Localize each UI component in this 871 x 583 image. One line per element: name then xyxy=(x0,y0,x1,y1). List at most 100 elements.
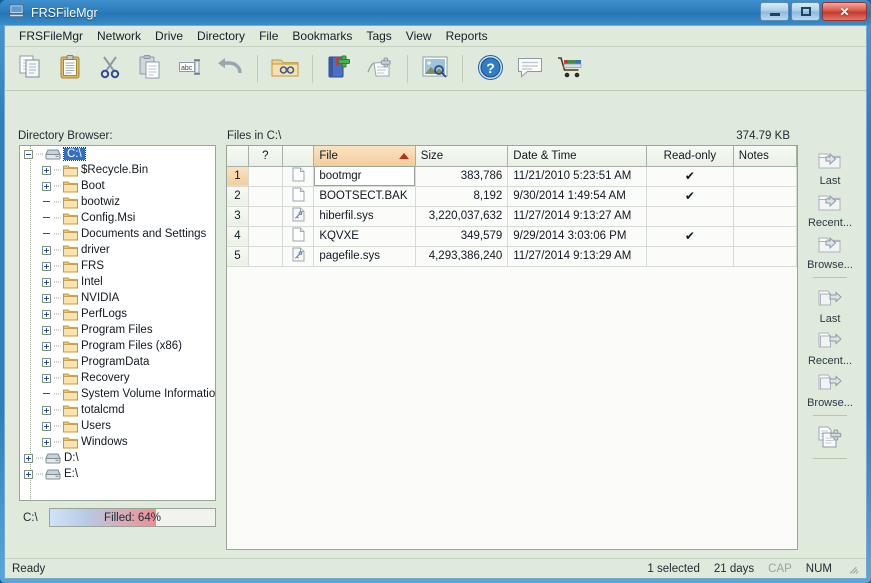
menu-tags[interactable]: Tags xyxy=(359,27,398,45)
rename-button[interactable]: abc xyxy=(171,50,209,88)
tree-item[interactable]: Boot xyxy=(20,178,215,194)
copy-button[interactable] xyxy=(11,50,49,88)
menu-view[interactable]: View xyxy=(399,27,439,45)
tree-item[interactable]: driver xyxy=(20,242,215,258)
tree-item[interactable]: Recovery xyxy=(20,370,215,386)
cut-button[interactable] xyxy=(91,50,129,88)
col-notes[interactable]: Notes xyxy=(733,146,797,167)
expand-plus-icon[interactable] xyxy=(42,293,51,303)
expand-plus-icon[interactable] xyxy=(42,437,51,447)
tree-item[interactable]: ProgramData xyxy=(20,354,215,370)
col-datetime[interactable]: Date & Time xyxy=(507,146,647,167)
browse-folder-button[interactable] xyxy=(266,50,304,88)
paste-clipboard-button[interactable] xyxy=(51,50,89,88)
menu-reports[interactable]: Reports xyxy=(439,27,495,45)
dir-browse-button[interactable]: Browse... xyxy=(802,229,858,271)
cell-question[interactable] xyxy=(248,226,283,247)
dir-last-button[interactable]: Last xyxy=(802,145,858,187)
expand-plus-icon[interactable] xyxy=(24,469,33,479)
cell-readonly[interactable]: ✔ xyxy=(646,166,734,187)
cart-button[interactable] xyxy=(551,50,589,88)
tree-item[interactable]: Intel xyxy=(20,274,215,290)
expand-plus-icon[interactable] xyxy=(42,277,51,287)
dir-recent-button[interactable]: Recent... xyxy=(802,187,858,229)
expand-plus-icon[interactable] xyxy=(42,421,51,431)
expand-plus-icon[interactable] xyxy=(24,453,33,463)
undo-button[interactable] xyxy=(211,50,249,88)
cell-file-name[interactable]: BOOTSECT.BAK xyxy=(313,186,416,207)
menu-directory[interactable]: Directory xyxy=(190,27,252,45)
expand-plus-icon[interactable] xyxy=(42,373,51,383)
tree-item[interactable]: Documents and Settings xyxy=(20,226,215,242)
cell-question[interactable] xyxy=(248,186,283,207)
file-recent-button[interactable]: Recent... xyxy=(802,325,858,367)
tree-item[interactable]: bootwiz xyxy=(20,194,215,210)
add-note-button[interactable] xyxy=(361,50,399,88)
col-file[interactable]: File xyxy=(313,146,416,167)
add-bookmark-button[interactable] xyxy=(321,50,359,88)
tree-item[interactable]: FRS xyxy=(20,258,215,274)
cell-size[interactable]: 3,220,037,632 xyxy=(415,206,509,227)
menu-network[interactable]: Network xyxy=(90,27,148,45)
col-size[interactable]: Size xyxy=(415,146,509,167)
menu-drive[interactable]: Drive xyxy=(148,27,190,45)
cell-file-name[interactable]: bootmgr xyxy=(313,166,416,187)
cell-size[interactable]: 8,192 xyxy=(415,186,509,207)
table-row[interactable]: 2 BOOTSECT.BAK 8,192 9/30/2014 1:49:54 AM ✔ xyxy=(227,186,797,207)
comment-button[interactable] xyxy=(511,50,549,88)
cell-size[interactable]: 349,579 xyxy=(415,226,509,247)
col-rownum[interactable] xyxy=(227,146,249,167)
file-last-button[interactable]: Last xyxy=(802,283,858,325)
tree-item[interactable]: Config.Msi xyxy=(20,210,215,226)
row-number[interactable]: 4 xyxy=(227,226,249,247)
expand-plus-icon[interactable] xyxy=(42,341,51,351)
expand-plus-icon[interactable] xyxy=(42,405,51,415)
directory-tree[interactable]: C:\ $Recycle.Bin Boot bootwiz Config.Msi… xyxy=(19,145,216,501)
col-question[interactable]: ? xyxy=(248,146,283,167)
cell-file-name[interactable]: hiberfil.sys xyxy=(313,206,416,227)
table-row[interactable]: 3 hiberfil.sys 3,220,037,632 11/27/2014 9:… xyxy=(227,206,797,227)
new-document-button[interactable] xyxy=(802,421,858,452)
cell-datetime[interactable]: 11/27/2014 9:13:29 AM xyxy=(507,246,647,267)
row-number[interactable]: 2 xyxy=(227,186,249,207)
menu-file[interactable]: File xyxy=(252,27,285,45)
expand-plus-icon[interactable] xyxy=(42,245,51,255)
cell-file-name[interactable]: KQVXE xyxy=(313,226,416,247)
tree-item[interactable]: NVIDIA xyxy=(20,290,215,306)
minimize-button[interactable] xyxy=(760,2,789,21)
cell-notes[interactable] xyxy=(733,186,797,207)
tree-item[interactable]: $Recycle.Bin xyxy=(20,162,215,178)
cell-notes[interactable] xyxy=(733,206,797,227)
row-number[interactable]: 1 xyxy=(227,166,249,187)
cell-readonly[interactable] xyxy=(646,246,734,267)
tree-item[interactable]: PerfLogs xyxy=(20,306,215,322)
cell-readonly[interactable] xyxy=(646,206,734,227)
row-number[interactable]: 3 xyxy=(227,206,249,227)
tree-item[interactable]: E:\ xyxy=(20,466,215,482)
tree-item[interactable]: C:\ xyxy=(20,146,215,162)
row-number[interactable]: 5 xyxy=(227,246,249,267)
cell-question[interactable] xyxy=(248,166,283,187)
file-browse-button[interactable]: Browse... xyxy=(802,367,858,409)
expand-plus-icon[interactable] xyxy=(42,357,51,367)
preview-image-button[interactable] xyxy=(416,50,454,88)
cell-question[interactable] xyxy=(248,246,283,267)
cell-readonly[interactable]: ✔ xyxy=(646,186,734,207)
tree-item[interactable]: System Volume Information xyxy=(20,386,215,402)
close-button[interactable]: ✕ xyxy=(822,2,867,21)
tree-item[interactable]: Windows xyxy=(20,434,215,450)
title-bar[interactable]: FRSFileMgr ✕ xyxy=(0,0,871,25)
table-row[interactable]: 5 pagefile.sys 4,293,386,240 11/27/2014 9:… xyxy=(227,246,797,267)
expand-plus-icon[interactable] xyxy=(42,325,51,335)
tree-item[interactable]: D:\ xyxy=(20,450,215,466)
menu-frsfilemgr[interactable]: FRSFileMgr xyxy=(12,27,90,45)
tree-item[interactable]: totalcmd xyxy=(20,402,215,418)
paste-button[interactable] xyxy=(131,50,169,88)
cell-notes[interactable] xyxy=(733,246,797,267)
maximize-button[interactable] xyxy=(791,2,820,21)
tree-item[interactable]: Users xyxy=(20,418,215,434)
cell-notes[interactable] xyxy=(733,226,797,247)
expand-plus-icon[interactable] xyxy=(42,261,51,271)
expand-plus-icon[interactable] xyxy=(42,165,51,175)
col-readonly[interactable]: Read-only xyxy=(646,146,734,167)
